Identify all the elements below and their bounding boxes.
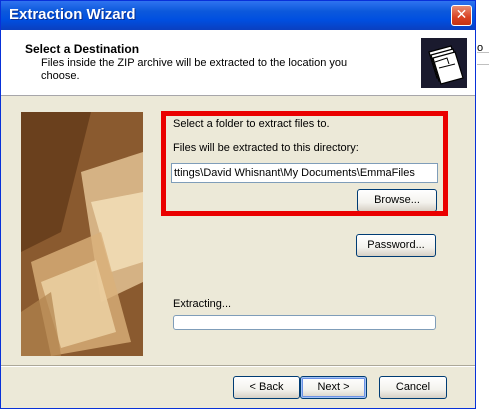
back-button[interactable]: < Back [233,376,300,399]
background-window-line [477,64,489,65]
wizard-header: Select a Destination Files inside the ZI… [1,30,475,96]
wizard-side-image [21,112,143,356]
next-button[interactable]: Next > [300,376,367,399]
window-title: Extraction Wizard [9,6,136,23]
extraction-progress-bar [173,315,436,330]
background-window-line [477,52,489,53]
cancel-button[interactable]: Cancel [379,376,447,399]
header-title: Select a Destination [25,42,140,56]
folder-stack-icon [421,38,467,88]
extracting-label: Extracting... [173,298,232,310]
highlight-annotation [161,111,448,216]
close-button[interactable]: ✕ [451,5,472,26]
title-bar[interactable]: Extraction Wizard ✕ [1,1,475,30]
extraction-wizard-dialog: Extraction Wizard ✕ Select a Destination… [0,0,476,409]
envelope-photo-illustration [21,112,143,356]
header-description: Files inside the ZIP archive will be ext… [41,57,348,82]
close-icon: ✕ [455,7,468,23]
password-button[interactable]: Password... [356,234,436,257]
footer-separator [1,365,475,367]
screen: o Extraction Wizard ✕ Select a Destinati… [0,0,489,411]
